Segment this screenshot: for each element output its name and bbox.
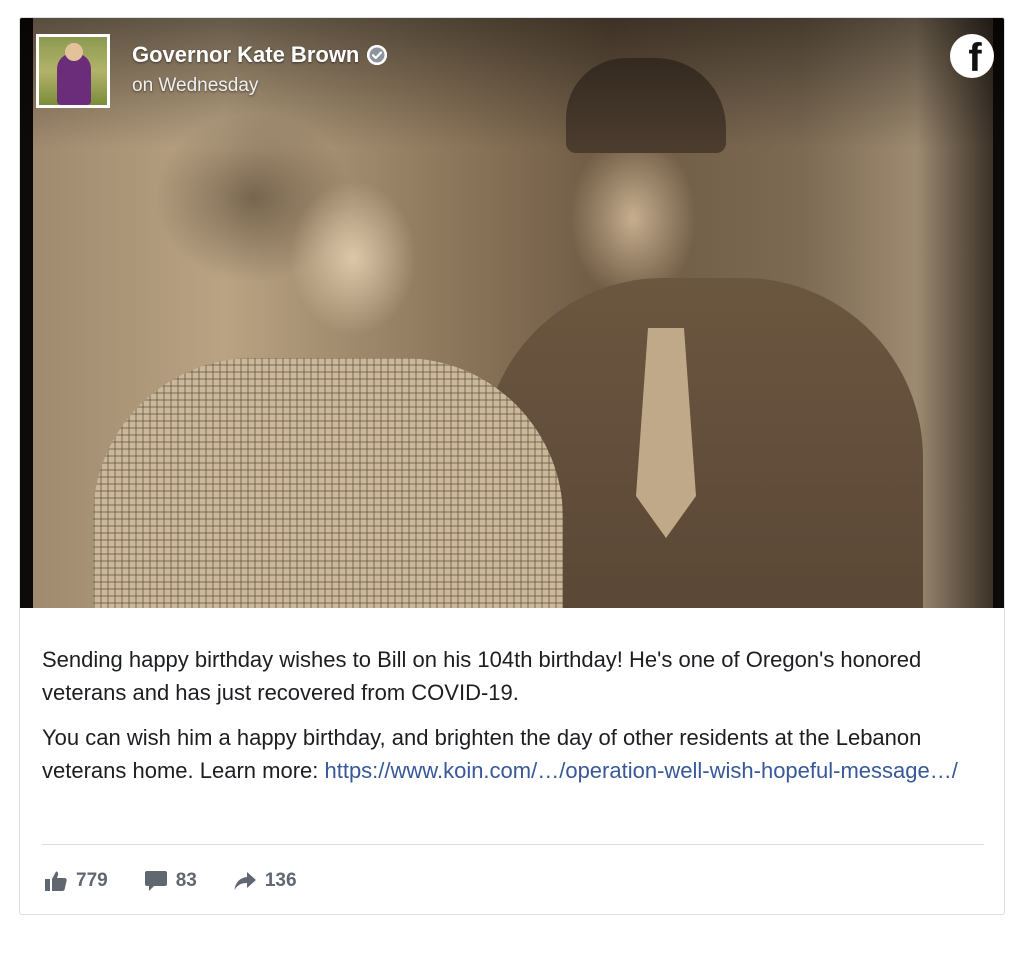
comment-icon [144,870,168,892]
post-paragraph-2: You can wish him a happy birthday, and b… [42,721,982,787]
post-media[interactable]: Governor Kate Brown on Wednesday f [20,18,1004,608]
facebook-post-card: Governor Kate Brown on Wednesday f Sendi… [19,17,1005,915]
thumbs-up-icon [44,870,68,892]
photo-woman-dress [93,358,563,608]
comments-count: 83 [175,870,197,891]
likes-stat[interactable]: 779 [44,870,108,892]
comments-stat[interactable]: 83 [144,870,197,892]
post-stats-bar: 779 83 136 [44,866,297,896]
post-body: Sending happy birthday wishes to Bill on… [42,643,982,799]
stats-divider [42,844,984,845]
learn-more-link[interactable]: https://www.koin.com/…/operation-well-wi… [324,758,957,783]
shares-stat[interactable]: 136 [233,870,297,892]
avatar-head [65,43,83,61]
shares-count: 136 [264,870,297,891]
likes-count: 779 [76,870,108,891]
author-avatar[interactable] [36,34,110,108]
share-arrow-icon [233,870,257,892]
post-timestamp[interactable]: on Wednesday [132,75,258,97]
verified-badge-icon [367,45,388,65]
post-paragraph-1: Sending happy birthday wishes to Bill on… [42,647,922,705]
author-name[interactable]: Governor Kate Brown [132,42,359,68]
facebook-icon[interactable]: f [950,34,994,78]
post-author[interactable]: Governor Kate Brown [132,42,388,68]
